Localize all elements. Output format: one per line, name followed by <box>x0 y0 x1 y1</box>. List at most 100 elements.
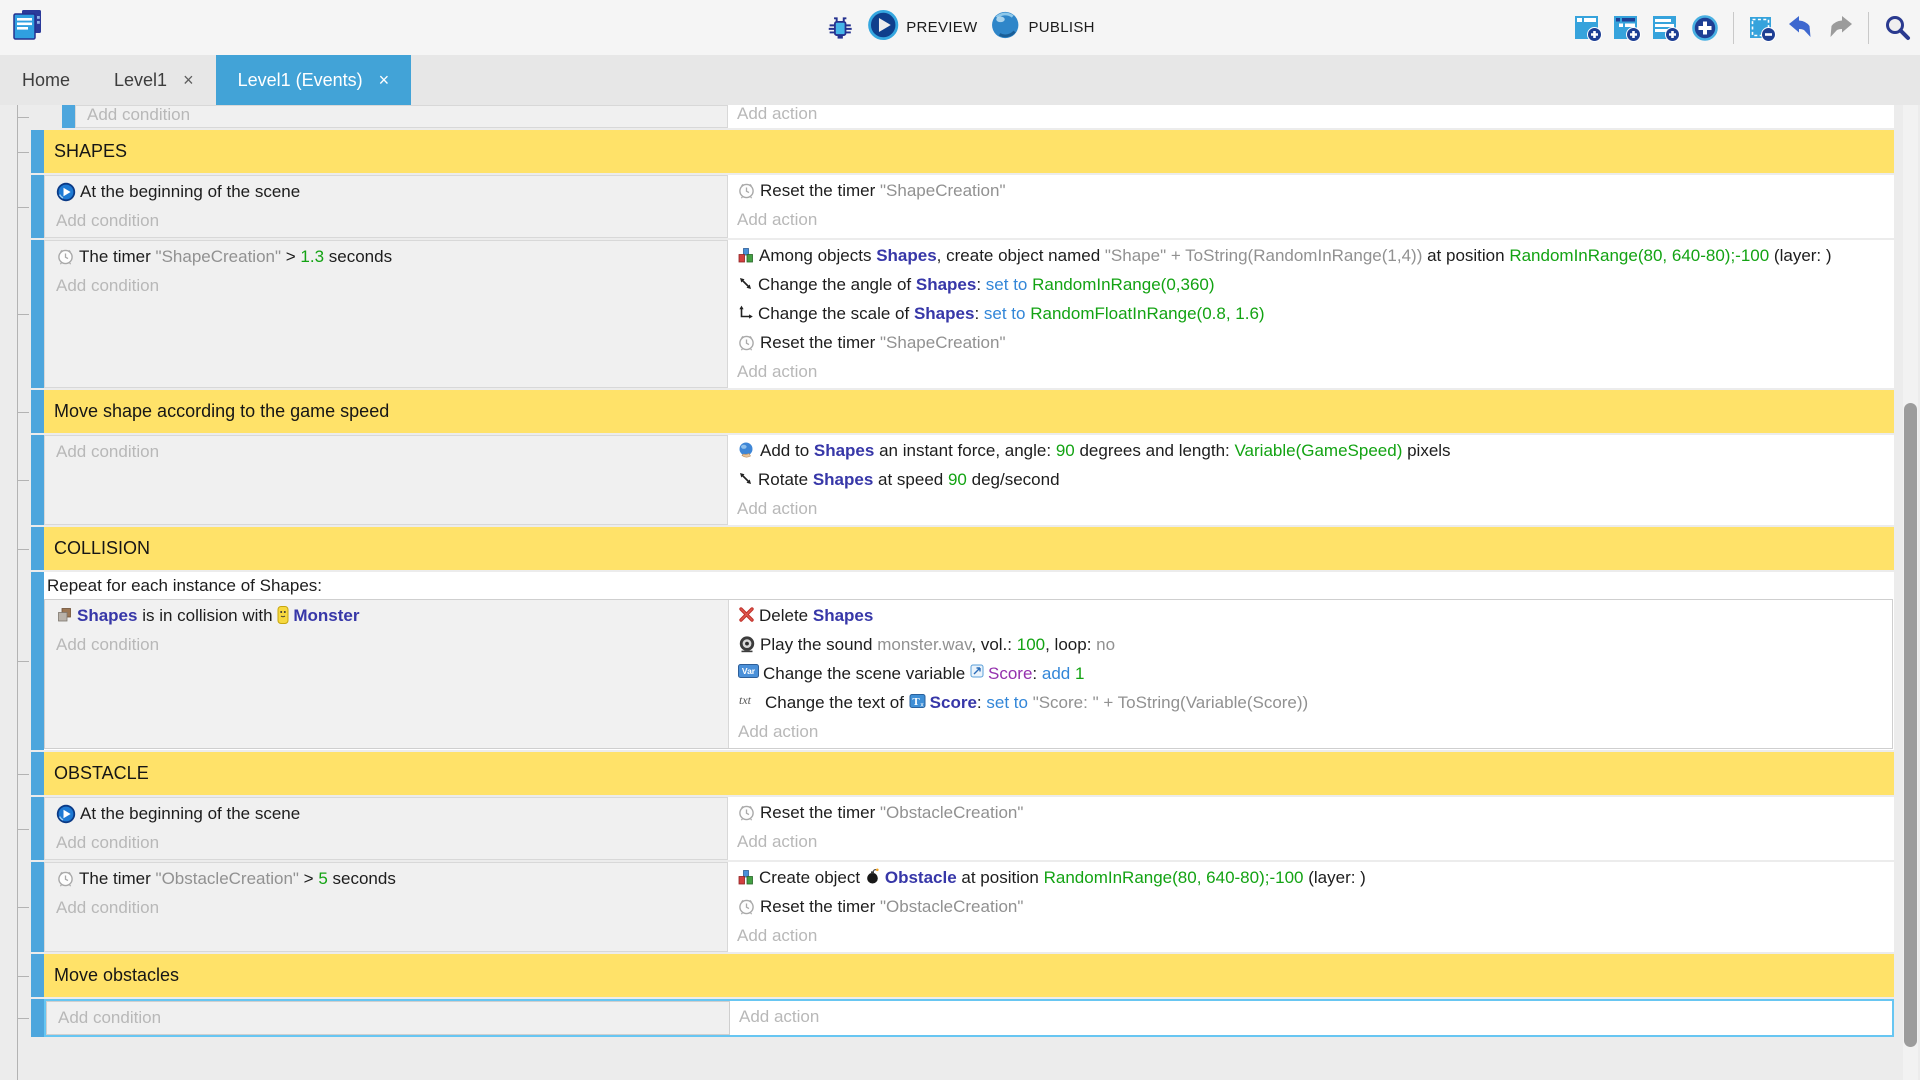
event-row: At the beginning of the sceneAdd conditi… <box>44 175 1894 238</box>
event-block: The timer "ShapeCreation" > 1.3 secondsA… <box>31 240 1894 388</box>
add-condition-button[interactable]: Add condition <box>56 632 720 658</box>
force-icon <box>737 441 756 467</box>
add-action-button[interactable]: Add action <box>737 105 1886 127</box>
conditions-cell: Shapes is in collision with MonsterAdd c… <box>45 600 729 748</box>
add-other-event-icon[interactable] <box>1690 13 1720 43</box>
foreach-header[interactable]: Repeat for each instance of Shapes: <box>44 573 1893 599</box>
action-line[interactable]: txtChange the text of TxScore: set to "S… <box>738 690 1884 719</box>
add-action-button[interactable]: Add action <box>737 496 1886 522</box>
angle-icon <box>737 275 754 301</box>
tab-label: Level1 (Events) <box>238 70 363 91</box>
add-event-icon[interactable] <box>1573 13 1603 43</box>
action-line[interactable]: Play the sound monster.wav, vol.: 100, l… <box>738 632 1884 661</box>
undo-icon[interactable] <box>1786 13 1816 43</box>
add-condition-button[interactable]: Add condition <box>87 105 719 128</box>
search-icon[interactable] <box>1882 13 1912 43</box>
action-line[interactable]: Create object Obstacle at position Rando… <box>737 865 1886 894</box>
scrollbar-thumb[interactable] <box>1904 403 1917 1047</box>
vertical-scrollbar[interactable] <box>1903 105 1918 1080</box>
add-comment-icon[interactable] <box>1651 13 1681 43</box>
event-drag-handle[interactable] <box>31 527 44 570</box>
add-condition-button[interactable]: Add condition <box>56 830 719 856</box>
add-condition-button[interactable]: Add condition <box>58 1005 721 1031</box>
add-condition-button[interactable]: Add condition <box>56 208 719 234</box>
foreach-inner-event: Shapes is in collision with MonsterAdd c… <box>44 599 1893 749</box>
play-circle-icon <box>867 9 899 46</box>
event-row: Add condition Add action <box>44 999 1894 1037</box>
variable-badge-icon <box>970 664 984 690</box>
event-drag-handle[interactable] <box>31 999 44 1037</box>
add-action-button[interactable]: Add action <box>737 207 1886 233</box>
event-drag-handle[interactable] <box>31 797 44 860</box>
debug-icon[interactable] <box>825 13 855 43</box>
action-line[interactable]: Among objects Shapes, create object name… <box>737 243 1886 272</box>
event-drag-handle[interactable] <box>31 954 44 997</box>
tab-level1[interactable]: Level1× <box>92 55 216 105</box>
preview-button[interactable]: PREVIEW <box>867 9 977 46</box>
tree-elbow <box>17 829 29 830</box>
event-drag-handle[interactable] <box>62 105 75 128</box>
tab-level1-events-[interactable]: Level1 (Events) × <box>216 55 412 105</box>
actions-cell: Among objects Shapes, create object name… <box>728 240 1894 388</box>
publish-button[interactable]: PUBLISH <box>989 9 1094 46</box>
redo-icon[interactable] <box>1825 13 1855 43</box>
tab-home[interactable]: Home <box>0 55 92 105</box>
tab-close-icon[interactable]: × <box>379 71 390 89</box>
event-drag-handle[interactable] <box>31 572 44 750</box>
preview-publish-group: PREVIEW PUBLISH <box>825 0 1095 55</box>
action-line[interactable]: Rotate Shapes at speed 90 deg/second <box>737 467 1886 496</box>
tree-elbow <box>17 152 29 153</box>
group-header[interactable]: Move obstacles <box>44 954 1894 997</box>
action-line[interactable]: Reset the timer "ObstacleCreation" <box>737 800 1886 829</box>
condition-line[interactable]: The timer "ObstacleCreation" > 5 seconds <box>56 866 719 895</box>
action-line[interactable]: Delete Shapes <box>738 603 1884 632</box>
action-line[interactable]: Reset the timer "ShapeCreation" <box>737 178 1886 207</box>
event-block: At the beginning of the sceneAdd conditi… <box>31 175 1894 238</box>
action-line[interactable]: Change the scale of Shapes: set to Rando… <box>737 301 1886 330</box>
condition-line[interactable]: Shapes is in collision with Monster <box>56 603 720 632</box>
condition-line[interactable]: The timer "ShapeCreation" > 1.3 seconds <box>56 244 719 273</box>
add-action-button[interactable]: Add action <box>737 359 1886 385</box>
event-drag-handle[interactable] <box>31 175 44 238</box>
group-header[interactable]: SHAPES <box>44 130 1894 173</box>
app-menu-button[interactable] <box>8 7 48 49</box>
event-drag-handle[interactable] <box>31 862 44 952</box>
action-line[interactable]: Add to Shapes an instant force, angle: 9… <box>737 438 1886 467</box>
add-condition-button[interactable]: Add condition <box>56 895 719 921</box>
add-action-button[interactable]: Add action <box>737 829 1886 855</box>
add-action-button[interactable]: Add action <box>739 1004 1884 1030</box>
event-drag-handle[interactable] <box>31 240 44 388</box>
event-drag-handle[interactable] <box>31 390 44 433</box>
conditions-cell: At the beginning of the sceneAdd conditi… <box>44 175 728 238</box>
action-line[interactable]: Change the angle of Shapes: set to Rando… <box>737 272 1886 301</box>
add-action-button[interactable]: Add action <box>738 719 1884 745</box>
svg-text:txt: txt <box>739 693 752 706</box>
action-line[interactable]: Reset the timer "ShapeCreation" <box>737 330 1886 359</box>
group-header[interactable]: Move shape according to the game speed <box>44 390 1894 433</box>
conditions-cell: Add condition <box>46 1001 730 1035</box>
condition-line[interactable]: At the beginning of the scene <box>56 801 719 830</box>
event-drag-handle[interactable] <box>31 435 44 525</box>
group-header[interactable]: COLLISION <box>44 527 1894 570</box>
globe-icon <box>989 9 1021 46</box>
delete-selection-icon[interactable] <box>1747 13 1777 43</box>
event-drag-handle[interactable] <box>31 752 44 795</box>
group-label: OBSTACLE <box>54 763 149 784</box>
condition-line[interactable]: At the beginning of the scene <box>56 179 719 208</box>
action-line[interactable]: Reset the timer "ObstacleCreation" <box>737 894 1886 923</box>
add-condition-button[interactable]: Add condition <box>56 439 719 465</box>
tree-elbow <box>17 1018 29 1019</box>
add-condition-button[interactable]: Add condition <box>56 273 719 299</box>
play-icon <box>56 804 76 830</box>
add-subevent-icon[interactable] <box>1612 13 1642 43</box>
action-line[interactable]: VarChange the scene variable Score: add … <box>738 661 1884 690</box>
foreach-event-block: Repeat for each instance of Shapes:Shape… <box>31 572 1894 750</box>
event-drag-handle[interactable] <box>31 130 44 173</box>
actions-cell: Delete ShapesPlay the sound monster.wav,… <box>729 600 1892 748</box>
tab-close-icon[interactable]: × <box>183 71 194 89</box>
group-header[interactable]: OBSTACLE <box>44 752 1894 795</box>
group-header-block: COLLISION <box>31 527 1894 570</box>
group-label: SHAPES <box>54 141 127 162</box>
events-sheet: Add condition Add action SHAPES At the begi… <box>0 105 1920 1080</box>
add-action-button[interactable]: Add action <box>737 923 1886 949</box>
